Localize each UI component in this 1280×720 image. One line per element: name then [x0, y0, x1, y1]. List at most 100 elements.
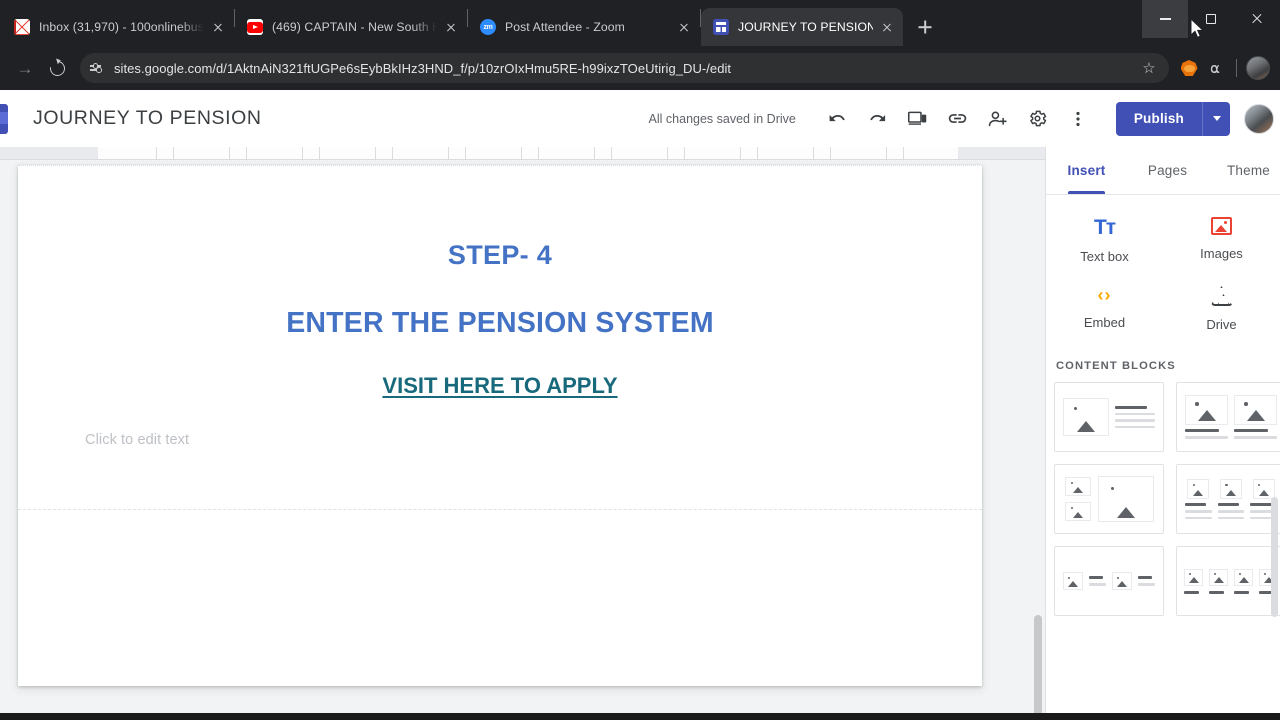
- block-column: [1064, 477, 1092, 521]
- sites-toolbar: JOURNEY TO PENSION All changes saved in …: [0, 90, 1280, 147]
- close-icon[interactable]: [210, 19, 226, 35]
- firefox-extension-icon[interactable]: [1177, 56, 1201, 80]
- window-bottom-edge: [0, 713, 1280, 720]
- browser-tab-zoom[interactable]: zm Post Attendee - Zoom: [468, 8, 700, 46]
- zoom-favicon-icon: zm: [480, 19, 496, 35]
- content-block-two-images-with-captions[interactable]: [1176, 382, 1280, 452]
- heading-enter-the-pension-system[interactable]: ENTER THE PENSION SYSTEM: [18, 269, 982, 338]
- new-tab-button[interactable]: [911, 13, 939, 41]
- more-options-button[interactable]: [1058, 99, 1098, 139]
- undo-button[interactable]: [818, 99, 858, 139]
- text-lines-placeholder: [1184, 590, 1203, 594]
- browser-tab-strip: Inbox (31,970) - 100onlinebusin (469) CA…: [0, 0, 1280, 46]
- share-button[interactable]: [978, 99, 1018, 139]
- content-blocks-header: CONTENT BLOCKS: [1056, 360, 1176, 372]
- account-avatar[interactable]: [1244, 103, 1274, 134]
- url-text: sites.google.com/d/1AktnAiN321ftUGPe6sEy…: [114, 60, 732, 76]
- editor-body: STEP- 4 ENTER THE PENSION SYSTEM VISIT H…: [0, 147, 1280, 720]
- page-title: JOURNEY TO PENSION: [33, 107, 262, 129]
- tab-title: Inbox (31,970) - 100onlinebusin: [39, 20, 204, 34]
- canvas-ruler: [0, 147, 1045, 160]
- omnibox[interactable]: sites.google.com/d/1AktnAiN321ftUGPe6sEy…: [80, 53, 1169, 83]
- tab-title: (469) CAPTAIN - New South Hir: [272, 20, 437, 34]
- undo-icon: [829, 114, 846, 122]
- text-lines-placeholder: [1209, 590, 1228, 594]
- tab-themes[interactable]: Theme: [1208, 147, 1280, 194]
- image-placeholder-icon: [1187, 479, 1210, 499]
- content-block-three-images-with-text[interactable]: [1176, 464, 1280, 534]
- image-placeholder-icon: [1065, 502, 1091, 521]
- panel-tab-bar: Insert Pages Theme: [1046, 147, 1280, 195]
- text-box-icon: Tт: [1093, 216, 1116, 239]
- publish-group: Publish: [1115, 101, 1230, 136]
- mouse-cursor-icon: [1190, 18, 1204, 38]
- browser-tab-gmail[interactable]: Inbox (31,970) - 100onlinebusin: [2, 8, 234, 46]
- tab-insert[interactable]: Insert: [1046, 147, 1127, 194]
- text-placeholder[interactable]: Click to edit text: [85, 432, 189, 448]
- preview-button[interactable]: [898, 99, 938, 139]
- redo-button[interactable]: [858, 99, 898, 139]
- browser-tab-journey-to-pension[interactable]: JOURNEY TO PENSION: [701, 8, 903, 46]
- insert-images[interactable]: Images: [1163, 209, 1280, 278]
- image-placeholder-icon: [1209, 568, 1228, 586]
- block-column: [1185, 479, 1212, 519]
- minimize-button[interactable]: [1142, 0, 1188, 38]
- close-icon[interactable]: [443, 19, 459, 35]
- section-divider: [18, 509, 982, 510]
- insert-drive[interactable]: Drive: [1163, 278, 1280, 346]
- page-section-header[interactable]: STEP- 4 ENTER THE PENSION SYSTEM VISIT H…: [18, 165, 982, 509]
- site-settings-icon[interactable]: [86, 57, 108, 79]
- insert-embed[interactable]: ‹› Embed: [1046, 278, 1163, 346]
- redo-icon: [870, 114, 886, 122]
- block-column: [1234, 395, 1277, 439]
- copy-link-button[interactable]: [938, 99, 978, 139]
- insert-items-grid: Tт Text box Images ‹› Embed Drive: [1046, 195, 1280, 346]
- extensions-puzzle-icon[interactable]: ⍺: [1203, 56, 1227, 80]
- visit-here-to-apply-link[interactable]: VISIT HERE TO APPLY: [18, 338, 982, 397]
- add-person-icon: [988, 111, 1007, 126]
- insert-text-box[interactable]: Tт Text box: [1046, 209, 1163, 278]
- panel-scrollbar[interactable]: [1271, 497, 1278, 617]
- block-row: [1063, 572, 1106, 590]
- embed-icon: ‹›: [1097, 285, 1112, 305]
- close-icon[interactable]: [879, 19, 895, 35]
- window-controls: [1142, 0, 1280, 38]
- content-block-two-image-text-pairs[interactable]: [1054, 546, 1164, 616]
- text-lines-placeholder: [1115, 405, 1155, 429]
- block-column: [1234, 568, 1253, 594]
- image-placeholder-icon: [1098, 476, 1154, 522]
- publish-dropdown-button[interactable]: [1202, 101, 1230, 136]
- block-column: [1185, 395, 1228, 439]
- browser-profile-avatar[interactable]: [1246, 56, 1270, 80]
- content-block-four-images-row[interactable]: [1176, 546, 1280, 616]
- text-lines-placeholder: [1234, 429, 1277, 439]
- bookmark-star-icon[interactable]: ☆: [1137, 56, 1161, 80]
- tab-label: Insert: [1067, 163, 1106, 178]
- tab-label: Theme: [1226, 163, 1271, 178]
- forward-button[interactable]: →: [10, 53, 40, 83]
- youtube-favicon-icon: [247, 19, 263, 35]
- content-block-two-small-images-one-large[interactable]: [1054, 464, 1164, 534]
- close-icon[interactable]: [676, 19, 692, 35]
- tab-pages[interactable]: Pages: [1127, 147, 1208, 194]
- browser-address-bar-row: → sites.google.com/d/1AktnAiN321ftUGPe6s…: [0, 46, 1280, 90]
- canvas-scrollbar[interactable]: [1034, 615, 1042, 720]
- text-lines-placeholder: [1089, 576, 1106, 586]
- publish-button[interactable]: Publish: [1115, 101, 1202, 136]
- chevron-down-icon: [1212, 116, 1221, 121]
- text-lines-placeholder: [1234, 590, 1253, 594]
- more-vertical-icon: [1076, 111, 1080, 126]
- browser-window: Inbox (31,970) - 100onlinebusin (469) CA…: [0, 0, 1280, 720]
- reload-button[interactable]: [42, 53, 72, 83]
- block-row: [1112, 572, 1155, 590]
- content-block-image-left-text-right[interactable]: [1054, 382, 1164, 452]
- heading-step-4[interactable]: STEP- 4: [18, 165, 982, 269]
- settings-button[interactable]: [1018, 99, 1058, 139]
- block-column: [1184, 568, 1203, 594]
- toolbar-divider: [1236, 59, 1237, 77]
- google-sites-editor: JOURNEY TO PENSION All changes saved in …: [0, 90, 1280, 720]
- browser-tab-youtube[interactable]: (469) CAPTAIN - New South Hir: [235, 8, 467, 46]
- close-window-button[interactable]: [1234, 0, 1280, 38]
- link-icon: [949, 114, 967, 123]
- image-placeholder-icon: [1234, 395, 1277, 426]
